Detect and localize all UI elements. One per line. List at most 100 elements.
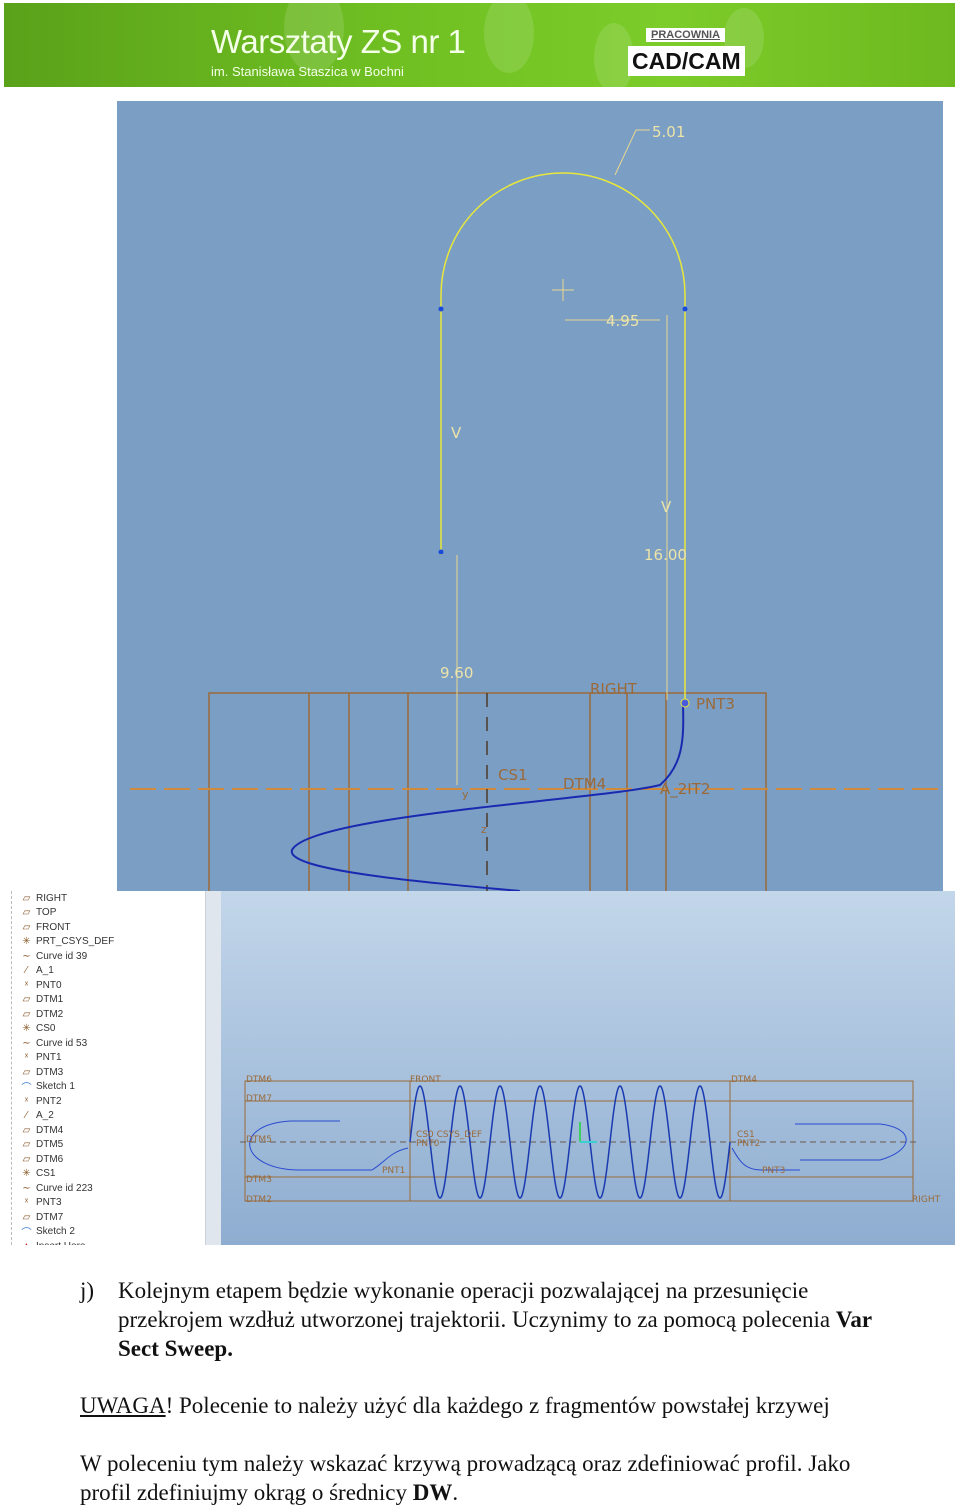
- dim-height: 16.00: [644, 546, 687, 564]
- tree-item[interactable]: ⁄ A_2: [20, 1109, 54, 1123]
- tree-item[interactable]: ˣ PNT1: [20, 1051, 62, 1065]
- tree-item-label: DTM5: [36, 1139, 64, 1150]
- tree-item[interactable]: ▲Insert Here: [20, 1239, 86, 1246]
- sketch-icon: ⌒: [21, 1228, 32, 1239]
- label-dtm2: DTM2: [246, 1195, 272, 1205]
- p1-command-a: Var: [835, 1307, 873, 1332]
- tree-item-label: CS0: [36, 1023, 56, 1034]
- plane-icon: ▱: [22, 1139, 31, 1150]
- label-cs1: CS1: [498, 766, 528, 784]
- warning-paragraph: UWAGA! Polecenie to należy użyć dla każd…: [80, 1391, 830, 1420]
- logo-pracownia: PRACOWNIA: [646, 28, 726, 42]
- tree-item[interactable]: ∼ Curve id 53: [20, 1036, 87, 1050]
- curve-icon: ∼: [22, 1037, 31, 1049]
- tree-item-label: DTM3: [36, 1066, 64, 1078]
- tree-item[interactable]: ˣ PNT0: [20, 978, 62, 992]
- paragraph-1: Kolejnym etapem będzie wykonanie operacj…: [118, 1276, 948, 1363]
- tree-item-label: Curve id 39: [36, 950, 88, 962]
- p1-line-b: przekrojem wzdłuż utworzonej trajektorii…: [118, 1307, 836, 1332]
- sketch-icon: ⌒: [21, 1083, 32, 1094]
- warning-label: UWAGA: [80, 1393, 166, 1418]
- tree-item-label: Insert Here: [36, 1241, 85, 1246]
- 3d-viewport[interactable]: DTM6 DTM7 DTM5 DTM3 DTM2 FRONT DTM4 RIGH…: [221, 891, 955, 1245]
- label-dtm5: DTM5: [246, 1135, 272, 1145]
- label-pnt1: PNT1: [382, 1166, 405, 1176]
- dim-right-v: V: [661, 498, 672, 516]
- sketch-screenshot: 5.01 4.95 V V 16.00 9.60 RIGHT PNT3 CS1 …: [117, 101, 943, 891]
- logo-cadcam: CAD/CAM: [628, 46, 745, 76]
- tree-item[interactable]: ∼ Curve id 39: [20, 949, 87, 963]
- tree-item[interactable]: ▱ DTM4: [20, 1123, 64, 1137]
- tree-item-label: PNT0: [36, 979, 62, 991]
- tree-item-label: CS1: [36, 1168, 56, 1179]
- p3-end: .: [452, 1480, 459, 1505]
- tree-item-label: DTM1: [36, 994, 64, 1005]
- tree-item[interactable]: ✳ CS0: [20, 1022, 55, 1036]
- tree-connector: [11, 891, 12, 1245]
- p3-line-a: W poleceniu tym należy wskazać krzywą pr…: [80, 1451, 851, 1476]
- axis-icon: ⁄: [25, 1110, 28, 1121]
- label-dtm4: DTM4: [563, 775, 606, 793]
- tree-item[interactable]: ▱ DTM5: [20, 1138, 64, 1152]
- label-dtm6: DTM6: [246, 1075, 272, 1085]
- tree-item[interactable]: ⌒ Sketch 1: [20, 1080, 75, 1094]
- tree-item[interactable]: ▱ DTM3: [20, 1065, 64, 1079]
- tree-item-label: A_2: [36, 1110, 54, 1121]
- plane-icon: ▱: [22, 892, 31, 904]
- tree-item[interactable]: ∼ Curve id 223: [20, 1181, 93, 1195]
- tree-item[interactable]: ⁄ A_1: [20, 964, 54, 978]
- tree-item[interactable]: ✳ PRT_CSYS_DEF: [20, 935, 114, 949]
- tree-item[interactable]: ⌒ Sketch 2: [20, 1225, 75, 1239]
- point-icon: ˣ: [24, 1197, 29, 1208]
- label-dtm4: DTM4: [731, 1075, 757, 1085]
- tree-item-label: Sketch 2: [36, 1226, 75, 1237]
- item-marker: j): [80, 1278, 95, 1303]
- plane-icon: ▱: [22, 1066, 31, 1078]
- point-icon: ˣ: [24, 979, 29, 991]
- tree-item-label: DTM4: [36, 1124, 64, 1136]
- label-pnt2: A_2IT2: [660, 780, 710, 799]
- tree-item-label: A_1: [36, 965, 54, 976]
- point-icon: ˣ: [24, 1095, 29, 1107]
- label-dtm7: DTM7: [246, 1094, 272, 1104]
- label-pnt3: PNT3: [762, 1166, 785, 1176]
- tree-item[interactable]: ▱ RIGHT: [20, 891, 67, 905]
- tree-item-label: DTM2: [36, 1008, 64, 1020]
- dim-left: 9.60: [440, 664, 473, 682]
- viewport-background: [221, 891, 955, 1245]
- label-pnt2: PNT2: [737, 1139, 760, 1149]
- label-pnt3: PNT3: [696, 695, 735, 713]
- plane-icon: ▱: [22, 1211, 31, 1223]
- tree-item-label: FRONT: [36, 921, 71, 933]
- tree-item[interactable]: ▱ TOP: [20, 906, 57, 920]
- label-right: RIGHT: [590, 680, 638, 698]
- dim-left-v: V: [451, 424, 462, 442]
- curve-icon: ∼: [22, 950, 31, 962]
- tree-item[interactable]: ▱ FRONT: [20, 920, 71, 934]
- tree-item-label: TOP: [36, 907, 57, 918]
- label-pnt0: PNT0: [416, 1139, 440, 1149]
- p3-line-b: profil zdefiniujmy okrąg o średnicy: [80, 1480, 413, 1505]
- axis-icon: ⁄: [25, 965, 28, 976]
- tree-item[interactable]: ˣ PNT2: [20, 1094, 62, 1108]
- tree-item-label: PNT1: [36, 1052, 62, 1063]
- tree-item-label: Sketch 1: [36, 1081, 75, 1092]
- tree-item[interactable]: ✳ CS1: [20, 1167, 55, 1181]
- plane-icon: ▱: [22, 1153, 31, 1165]
- csys-icon: ✳: [22, 1168, 31, 1179]
- tree-item[interactable]: ▱ DTM2: [20, 1007, 64, 1021]
- label-front: FRONT: [410, 1075, 441, 1085]
- tree-item-label: Curve id 53: [36, 1037, 88, 1049]
- tree-item-label: Curve id 223: [36, 1182, 93, 1194]
- tree-item[interactable]: ▱ DTM7: [20, 1210, 64, 1224]
- p3-diameter: DW: [412, 1480, 453, 1505]
- tree-item[interactable]: ▱ DTM6: [20, 1152, 64, 1166]
- plane-icon: ▱: [22, 907, 31, 918]
- tree-item[interactable]: ˣ PNT3: [20, 1196, 62, 1210]
- plane-icon: ▱: [22, 1124, 31, 1136]
- dim-radius: 5.01: [652, 123, 685, 141]
- tree-item-label: PNT3: [36, 1197, 62, 1208]
- p1-line-a: Kolejnym etapem będzie wykonanie operacj…: [118, 1278, 809, 1303]
- tree-item[interactable]: ▱ DTM1: [20, 993, 64, 1007]
- panel-splitter[interactable]: [205, 891, 222, 1245]
